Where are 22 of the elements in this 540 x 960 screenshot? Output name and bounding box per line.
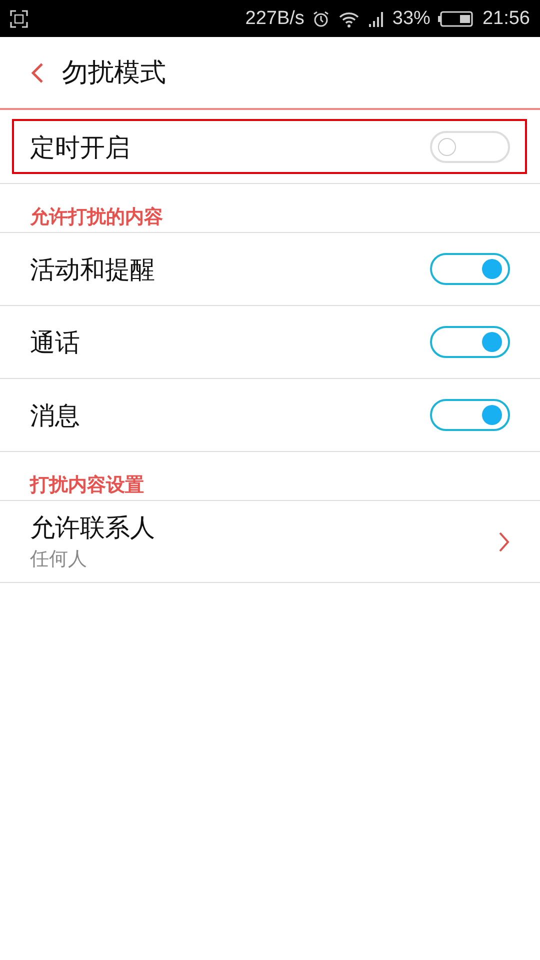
battery-icon: [438, 10, 474, 26]
section-header: 打扰内容设置: [30, 473, 144, 498]
wifi-icon: [338, 10, 360, 28]
network-speed: 227B/s: [245, 8, 304, 30]
setting-label: 消息: [30, 400, 80, 432]
battery-percent: 33%: [392, 8, 430, 30]
setting-label: 活动和提醒: [30, 254, 155, 286]
setting-label: 定时开启: [30, 132, 130, 164]
setting-label[interactable]: 允许联系人: [30, 511, 155, 544]
page-title: 勿扰模式: [62, 57, 166, 90]
clock: 21:56: [482, 8, 530, 30]
toggle-switch[interactable]: [430, 253, 510, 285]
setting-value: 任何人: [30, 547, 88, 572]
toggle-switch[interactable]: [430, 399, 510, 431]
alarm-icon: [312, 10, 330, 28]
setting-label: 通话: [30, 326, 80, 358]
signal-icon: [368, 10, 384, 28]
back-icon[interactable]: [30, 62, 44, 84]
section-header: 允许打扰的内容: [30, 205, 163, 230]
chevron-icon: [498, 530, 510, 552]
screenshot-icon: [10, 10, 28, 28]
toggle-switch[interactable]: [430, 326, 510, 358]
